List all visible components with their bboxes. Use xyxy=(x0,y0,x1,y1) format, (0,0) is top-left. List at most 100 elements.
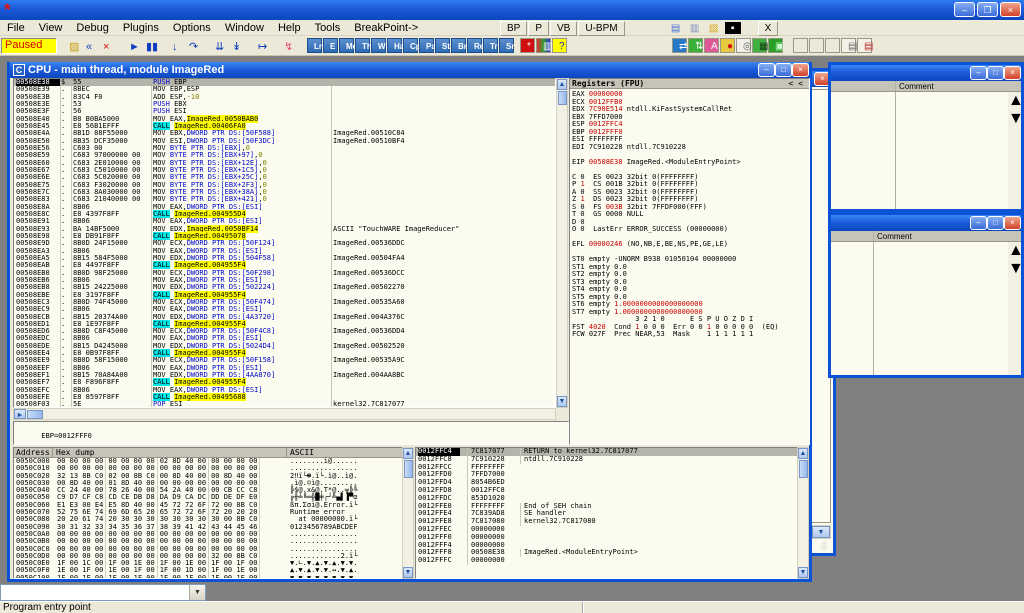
hex-dump-pane[interactable]: Address Hex dump ASCII 0050C00000 00 00 … xyxy=(13,447,403,579)
font-icon[interactable]: A xyxy=(704,38,719,53)
address-column-header[interactable]: Address xyxy=(14,448,53,457)
restart-icon[interactable]: « xyxy=(79,38,96,54)
gear-icon[interactable]: * xyxy=(520,38,535,53)
menu-item-breakpoint[interactable]: BreakPoint-> xyxy=(347,21,425,35)
view-button-st[interactable]: St xyxy=(435,38,450,53)
view-button-th[interactable]: Th xyxy=(355,38,370,53)
run-icon[interactable]: ► xyxy=(122,38,139,54)
stack-pane[interactable]: 0012FFC47C817077RETURN to kernel32.7C817… xyxy=(415,447,806,579)
disasm-row[interactable]: 00508EE9.8B0D 58F15000MOV ECX,DWORD PTR … xyxy=(14,357,555,364)
numbers-icon[interactable]: ▦ xyxy=(752,38,767,53)
maximize-button[interactable]: □ xyxy=(987,66,1004,80)
view-button-cp[interactable]: Cp xyxy=(403,38,418,53)
skip-icon[interactable]: ↯ xyxy=(277,38,294,54)
view-button-br[interactable]: Br xyxy=(451,38,466,53)
scrollbar[interactable]: ▲ ▼ xyxy=(1008,242,1021,375)
list-header[interactable]: Comment xyxy=(831,81,1021,92)
open-file-icon[interactable]: ▨ xyxy=(62,38,79,54)
disasm-row[interactable]: 00508ED6.8B0D C8F45000MOV ECX,DWORD PTR … xyxy=(14,328,555,335)
view-button-wi[interactable]: Wi xyxy=(371,38,386,53)
menu-item-view[interactable]: View xyxy=(32,21,70,35)
plugin-button-bp[interactable]: BP xyxy=(500,21,527,36)
menu-item-file[interactable]: File xyxy=(0,21,32,35)
view-button-e[interactable]: E xyxy=(323,38,338,53)
sort-icon[interactable]: ⇅ xyxy=(688,38,703,53)
maximize-button[interactable]: □ xyxy=(775,63,792,77)
animate-over-icon[interactable]: ↡ xyxy=(225,38,242,54)
close-button[interactable]: × xyxy=(1004,216,1021,230)
register-line[interactable]: O 0 LastErr ERROR_SUCCESS (00000000) xyxy=(570,226,809,234)
plugin-button-p[interactable]: P xyxy=(528,21,549,36)
command-combobox[interactable]: ▼ xyxy=(0,584,206,601)
menu-item-plugins[interactable]: Plugins xyxy=(116,21,166,35)
step-into-icon[interactable]: ↓ xyxy=(165,38,182,54)
close-button[interactable]: × xyxy=(1004,66,1021,80)
notes-icon[interactable]: ▥ xyxy=(686,21,704,35)
execute-till-return-icon[interactable]: ↦ xyxy=(251,38,268,54)
help-icon[interactable]: ? xyxy=(552,38,567,53)
minimize-button[interactable]: – xyxy=(954,2,975,17)
blank-button[interactable] xyxy=(809,38,824,53)
stack-row[interactable]: 0012FFFC00000000 xyxy=(416,557,805,565)
close-program-icon[interactable]: × xyxy=(96,38,113,54)
view-button-sr[interactable]: Sr xyxy=(499,38,514,53)
register-line[interactable]: EDI 7C910228 ntdll.7C910228 xyxy=(570,144,809,152)
ascii-column-header[interactable]: ASCII xyxy=(287,448,314,457)
resize-grip[interactable]: ░ xyxy=(821,541,831,551)
register-line[interactable]: FCW 027F Prec NEAR,53 Mask 1 1 1 1 1 1 xyxy=(570,331,809,339)
maximize-button[interactable]: □ xyxy=(987,216,1004,230)
command-input[interactable] xyxy=(1,585,189,600)
disasm-row[interactable]: 00508EFE.E8 8597F8FFCALL ImageRed.004956… xyxy=(14,394,555,401)
minimize-button[interactable]: – xyxy=(970,216,987,230)
appearance-icon[interactable]: ▥ xyxy=(536,38,551,53)
registers-pane-header[interactable]: Registers (FPU) < < xyxy=(570,79,809,89)
target-icon[interactable]: ● xyxy=(720,38,735,53)
close-button[interactable]: × xyxy=(1000,2,1021,17)
disasm-row[interactable]: 00508EF7.E8 F896F8FFCALL ImageRed.004955… xyxy=(14,379,555,386)
disassembly-hscrollbar[interactable]: ◄ ► xyxy=(13,408,556,420)
minimize-button[interactable]: – xyxy=(970,66,987,80)
register-line[interactable]: EFL 00000246 (NO,NB,E,BE,NS,PE,GE,LE) xyxy=(570,241,809,249)
open-folder-icon[interactable]: ▨ xyxy=(705,21,723,35)
menu-item-help[interactable]: Help xyxy=(271,21,308,35)
view-button-me[interactable]: Me xyxy=(339,38,354,53)
view-button-tr[interactable]: Tr xyxy=(483,38,498,53)
step-over-icon[interactable]: ↷ xyxy=(182,38,199,54)
menu-item-options[interactable]: Options xyxy=(166,21,218,35)
disasm-row[interactable]: 00508EB0.8B0D 98F25000MOV ECX,DWORD PTR … xyxy=(14,270,555,277)
menu-item-debug[interactable]: Debug xyxy=(69,21,115,35)
list-header[interactable]: Comment xyxy=(831,231,1021,242)
chevron-down-icon[interactable]: ▼ xyxy=(189,585,205,600)
register-line[interactable]: T 0 GS 0000 NULL xyxy=(570,211,809,219)
restore-button[interactable]: ❐ xyxy=(977,2,998,17)
swap-icon[interactable]: ⇄ xyxy=(672,38,687,53)
scrollbar[interactable]: ▼ xyxy=(811,525,831,539)
disasm-row[interactable]: 00508E3E.53PUSH EBX xyxy=(14,101,555,108)
disasm-row[interactable]: 00508E83.C683 21040000 00MOV BYTE PTR DS… xyxy=(14,196,555,203)
view-button-ln[interactable]: Ln xyxy=(307,38,322,53)
notepad-icon[interactable]: ▤ xyxy=(667,21,685,35)
disassembly-pane[interactable]: 00508E38$55PUSH EBP00508E39.8BECMOV EBP,… xyxy=(13,78,556,408)
menu-item-window[interactable]: Window xyxy=(218,21,271,35)
disasm-row[interactable]: 00508E8C.E8 4397F8FFCALL ImageRed.004955… xyxy=(14,211,555,218)
scrollbar[interactable]: ▲ ▼ xyxy=(1008,92,1021,209)
stack-vscrollbar[interactable]: ▲ ▼ xyxy=(797,447,809,579)
disasm-row[interactable]: 00508E38$55PUSH EBP xyxy=(14,79,555,86)
disasm-row[interactable]: 00508EC3.8B0D 74F45000MOV ECX,DWORD PTR … xyxy=(14,299,555,306)
view-button-ha[interactable]: Ha xyxy=(387,38,402,53)
plugin-button-vb[interactable]: VB xyxy=(550,21,577,36)
dump-vscrollbar[interactable]: ▲ ▼ xyxy=(402,447,414,579)
disasm-row[interactable]: 00508E9D.8B0D 24F15000MOV ECX,DWORD PTR … xyxy=(14,240,555,247)
close-button[interactable]: × xyxy=(792,63,809,77)
plugin-button-u-bpm[interactable]: U-BPM xyxy=(578,21,624,36)
minimize-button[interactable]: – xyxy=(758,63,775,77)
spiral-icon[interactable]: ◎ xyxy=(736,38,751,53)
view-button-re[interactable]: Re xyxy=(467,38,482,53)
menu-item-tools[interactable]: Tools xyxy=(308,21,348,35)
disasm-row[interactable]: 00508E3B.83C4 F0ADD ESP,-10 xyxy=(14,94,555,101)
blank-button[interactable] xyxy=(825,38,840,53)
view-button-pa[interactable]: Pa xyxy=(419,38,434,53)
screen-icon[interactable]: ▣ xyxy=(768,38,783,53)
console-icon[interactable]: ▪ xyxy=(724,21,742,35)
doc-marks-icon[interactable]: ▤ xyxy=(857,38,872,53)
